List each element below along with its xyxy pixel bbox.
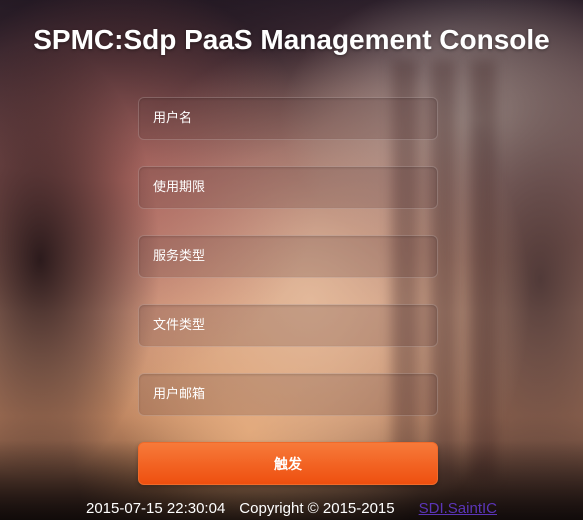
file-type-field[interactable]: [138, 304, 438, 347]
footer: 2015-07-15 22:30:04 Copyright © 2015-2015…: [0, 498, 583, 520]
footer-datetime: 2015-07-15 22:30:04: [86, 500, 226, 517]
username-field[interactable]: [138, 97, 438, 140]
footer-copyright: Copyright © 2015-2015: [239, 500, 395, 517]
trigger-button[interactable]: 触发: [138, 442, 438, 485]
page-title: SPMC:Sdp PaaS Management Console: [33, 24, 550, 55]
service-type-field[interactable]: [138, 235, 438, 278]
trigger-form: 触发: [138, 97, 438, 485]
usage-period-field[interactable]: [138, 166, 438, 209]
user-email-field[interactable]: [138, 373, 438, 416]
footer-link[interactable]: SDI.SaintIC: [419, 500, 497, 517]
background-stripe: [470, 60, 496, 480]
